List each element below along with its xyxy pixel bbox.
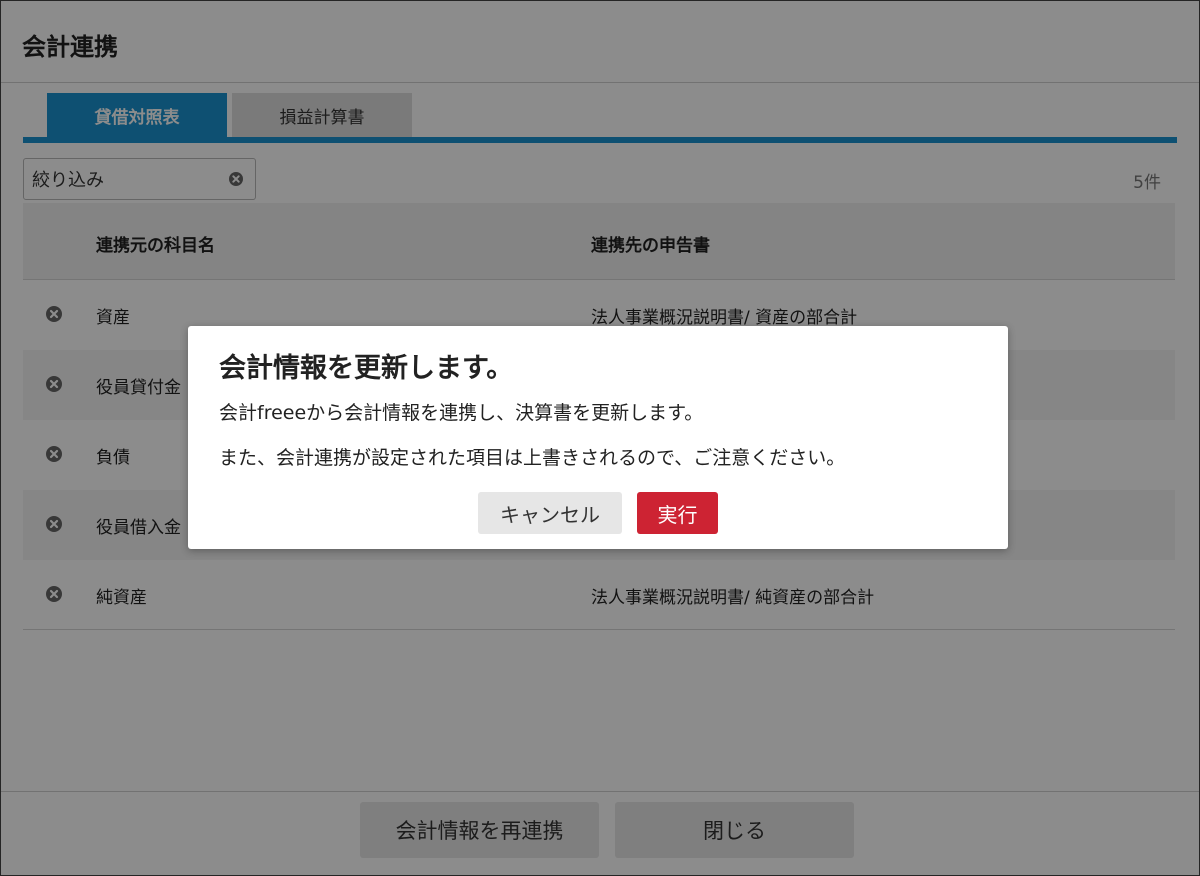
confirm-dialog: 会計情報を更新します。 会計freeeから会計情報を連携し、決算書を更新します。… bbox=[188, 326, 1008, 549]
dialog-message: 会計freeeから会計情報を連携し、決算書を更新します。 bbox=[219, 402, 704, 424]
cancel-button[interactable]: キャンセル bbox=[478, 492, 622, 534]
dialog-title: 会計情報を更新します。 bbox=[219, 353, 514, 384]
dialog-warning: また、会計連携が設定された項目は上書きされるので、ご注意ください。 bbox=[219, 447, 846, 469]
run-button[interactable]: 実行 bbox=[637, 492, 718, 534]
